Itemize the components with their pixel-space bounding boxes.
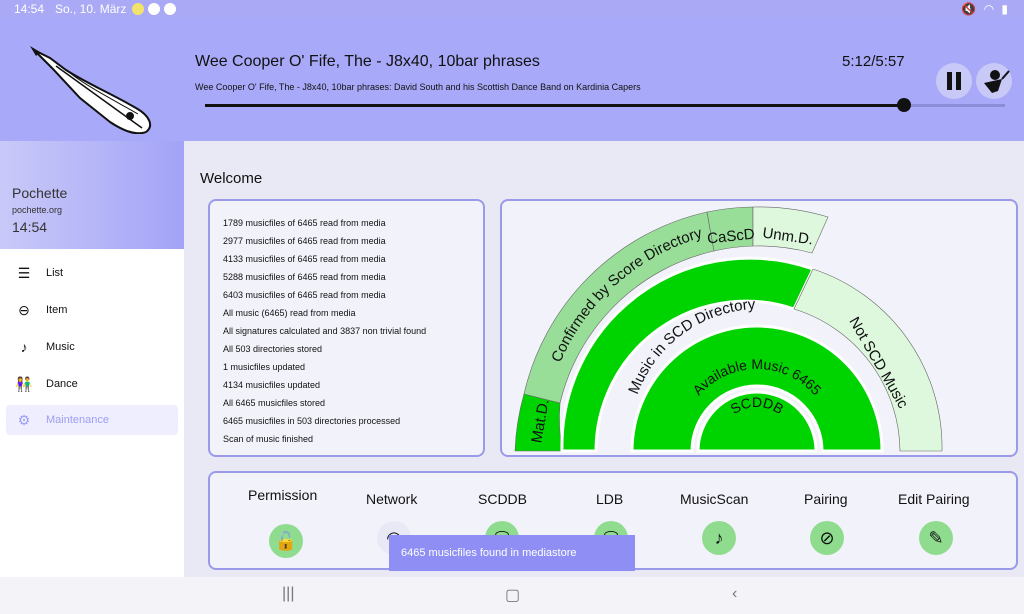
scan-log-panel: 1789 musicfiles of 6465 read from media … [208, 199, 485, 457]
sidebar-item-label: Music [46, 341, 75, 353]
status-time: 14:54 [14, 2, 45, 16]
status-date: So., 10. März [55, 2, 127, 16]
log-line: 1 musicfiles updated [223, 362, 306, 372]
paperclip-icon: ⊘ [819, 527, 835, 548]
app-url: pochette.org [12, 205, 63, 215]
log-line: All music (6465) read from media [223, 308, 356, 318]
track-title: Wee Cooper O' Fife, The - J8x40, 10bar p… [195, 53, 540, 70]
log-line: 6465 musicfiles in 503 directories proce… [223, 416, 401, 426]
log-line: All 503 directories stored [223, 344, 323, 354]
back-button[interactable]: ‹ [732, 585, 737, 603]
track-time: 5:12/5:57 [842, 53, 905, 70]
tool-scddb-label: SCDDB [478, 491, 528, 507]
toast-message: 6465 musicfiles found in mediastore [389, 535, 635, 571]
system-nav-bar: ||| ▢ ‹ [0, 577, 1024, 614]
edit-pairing-button[interactable]: ✎ [919, 521, 953, 555]
fiddle-logo [30, 46, 152, 134]
tool-network-label: Network [366, 491, 418, 507]
permission-button[interactable]: 🔓 [269, 524, 303, 558]
status-bar: 14:54 So., 10. März 🔇 ◠ ▮ [0, 0, 1024, 18]
log-line: 1789 musicfiles of 6465 read from media [223, 218, 386, 228]
unlock-icon: 🔓 [274, 530, 298, 551]
notification-icons [132, 3, 176, 15]
sidebar-item-maintenance[interactable]: ⚙ Maintenance [6, 405, 178, 435]
item-icon: ⊖ [18, 301, 30, 318]
log-line: Scan of music finished [223, 434, 314, 444]
sidebar-item-dance[interactable]: 👫 Dance [6, 369, 178, 399]
progress-knob[interactable] [897, 98, 912, 112]
musicscan-button[interactable]: ♪ [702, 521, 736, 555]
app-time: 14:54 [12, 219, 48, 235]
sidebar-item-label: Item [46, 304, 68, 316]
log-line: 4134 musicfiles updated [223, 380, 321, 390]
gear-icon: ⚙ [17, 411, 31, 428]
sidebar-item-item[interactable]: ⊖ Item [6, 295, 178, 325]
list-icon: ☰ [17, 264, 31, 281]
pause-button[interactable] [936, 63, 972, 99]
main-content: Welcome 1789 musicfiles of 6465 read fro… [184, 141, 1024, 577]
pairing-button[interactable]: ⊘ [810, 521, 844, 555]
log-line: 4133 musicfiles of 6465 read from media [223, 254, 386, 264]
sidebar-item-list[interactable]: ☰ List [6, 258, 178, 288]
system-status-icons: 🔇 ◠ ▮ [961, 2, 1010, 16]
dance-icon: 👫 [15, 375, 33, 392]
conductor-icon [984, 70, 1010, 93]
sidebar-header: Pochette pochette.org 14:54 [0, 141, 184, 249]
edit-paperclip-icon: ✎ [928, 527, 944, 548]
conductor-button[interactable] [976, 63, 1012, 99]
music-sunburst: SCDDB Available Music 6465 Music in SCD … [514, 206, 943, 453]
sidebar-item-label: List [46, 267, 64, 279]
sunburst-panel: SCDDB Available Music 6465 Music in SCD … [500, 199, 1018, 457]
progress-fill [205, 104, 905, 107]
tool-edit-pairing-label: Edit Pairing [898, 491, 970, 507]
page-title: Welcome [200, 170, 263, 187]
progress-bar[interactable] [205, 98, 1005, 112]
play-store-icon [148, 3, 160, 15]
track-subtitle: Wee Cooper O' Fife, The - J8x40, 10bar p… [195, 82, 641, 92]
log-line: 2977 musicfiles of 6465 read from media [223, 236, 386, 246]
tool-pairing-label: Pairing [804, 491, 848, 507]
sidebar-item-music[interactable]: ♪ Music [6, 332, 178, 362]
log-line: All 6465 musicfiles stored [223, 398, 326, 408]
log-line: 6403 musicfiles of 6465 read from media [223, 290, 386, 300]
sidebar-item-label: Dance [46, 378, 78, 390]
music-note-icon: ♪ [714, 527, 724, 548]
tool-ldb-label: LDB [596, 491, 624, 507]
notification-icon [132, 3, 144, 15]
app-name: Pochette [12, 185, 68, 201]
log-line: All signatures calculated and 3837 non t… [223, 326, 427, 336]
sidebar-item-label: Maintenance [46, 414, 109, 426]
now-playing-bar: Wee Cooper O' Fife, The - J8x40, 10bar p… [0, 18, 1024, 141]
log-line: 5288 musicfiles of 6465 read from media [223, 272, 386, 282]
tool-permission-label: Permission [248, 487, 318, 503]
app-notification-icon [164, 3, 176, 15]
tool-musicscan-label: MusicScan [680, 491, 749, 507]
recent-apps-button[interactable]: ||| [282, 585, 294, 603]
sidebar: Pochette pochette.org 14:54 ☰ List ⊖ Item … [0, 141, 184, 577]
music-icon: ♪ [20, 339, 28, 355]
home-button[interactable]: ▢ [505, 585, 520, 605]
